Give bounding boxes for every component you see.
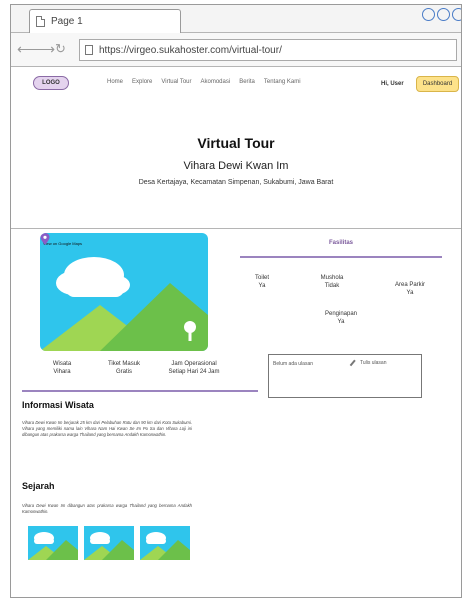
site-header: LOGO Home Explore Virtual Tour Akomodasi… [11, 67, 461, 101]
hero-section: Virtual Tour Vihara Dewi Kwan Im Desa Ke… [11, 101, 461, 229]
info-label: Jam Operasional [171, 361, 217, 367]
place-name: Vihara Dewi Kwan Im [183, 160, 289, 172]
facility-name: Penginapan [324, 311, 358, 317]
pencil-icon [349, 359, 356, 367]
info-tiket: Tiket Masuk Gratis [96, 360, 152, 376]
fasilitas-divider [240, 256, 442, 258]
image-placeholder-icon [28, 532, 78, 560]
image-placeholder-icon [40, 257, 208, 351]
image-placeholder-icon [84, 532, 134, 560]
main-nav: Home Explore Virtual Tour Akomodasi Beri… [107, 79, 310, 85]
url-text: https://virgeo.sukahoster.com/virtual-to… [99, 44, 282, 56]
info-wisata: Wisata Vihara [44, 360, 80, 376]
tab-title: Page 1 [51, 16, 83, 27]
place-address: Desa Kertajaya, Kecamatan Simpenan, Suka… [138, 179, 334, 186]
tab-bar: Page 1 [11, 5, 461, 33]
info-value: Gratis [115, 369, 132, 375]
nav-home[interactable]: Home [107, 79, 123, 85]
info-label: Wisata [52, 361, 72, 367]
nav-tentang-kami[interactable]: Tentang Kami [264, 79, 301, 85]
browser-tab[interactable]: Page 1 [29, 9, 181, 33]
forward-arrow-icon[interactable]: ⟶ [35, 42, 55, 56]
facility-value: Ya [406, 290, 414, 296]
page-icon [36, 16, 45, 27]
nav-explore[interactable]: Explore [132, 79, 152, 85]
url-field[interactable]: https://virgeo.sukahoster.com/virtual-to… [79, 39, 457, 61]
facility-value: Ya [258, 283, 266, 289]
user-greeting[interactable]: Hi, User [381, 81, 404, 87]
facility-area-parkir: Area Parkir Ya [386, 281, 434, 297]
fasilitas-title: Fasilitas [328, 240, 353, 246]
dashboard-button[interactable]: Dashboard [416, 76, 459, 92]
info-value: Setiap Hari 24 Jam [168, 369, 220, 375]
info-value: Vihara [53, 369, 71, 375]
image-placeholder-icon [140, 532, 190, 560]
close-icon[interactable] [452, 8, 461, 21]
facility-value: Ya [337, 319, 345, 325]
logo[interactable]: LOGO [33, 76, 69, 90]
minimize-icon[interactable] [422, 8, 435, 21]
informasi-title: Informasi Wisata [22, 400, 94, 410]
facility-mushola: Mushola Tidak [310, 274, 354, 290]
facility-penginapan: Penginapan Ya [314, 310, 368, 326]
info-label: Tiket Masuk [107, 361, 141, 367]
window-controls [422, 8, 461, 21]
facility-name: Area Parkir [394, 282, 425, 288]
maximize-icon[interactable] [437, 8, 450, 21]
facility-name: Mushola [320, 275, 344, 281]
facility-value: Tidak [324, 283, 340, 289]
informasi-text: Vihara Dewi Kwan Im berjarak 25 km dari … [22, 420, 192, 437]
review-box: Belum ada ulasan Tulis ulasan [268, 354, 422, 398]
no-review-text: Belum ada ulasan [273, 361, 314, 367]
reload-icon[interactable]: ↻ [55, 42, 66, 56]
gallery-thumbnail[interactable] [84, 526, 134, 560]
map-pin-icon[interactable] [40, 233, 50, 245]
write-review-button[interactable]: Tulis ulasan [349, 359, 387, 367]
nav-berita[interactable]: Berita [239, 79, 255, 85]
sejarah-title: Sejarah [22, 481, 55, 491]
gallery-thumbnail[interactable] [140, 526, 190, 560]
gallery-thumbnail[interactable] [28, 526, 78, 560]
section-divider [22, 390, 258, 392]
sejarah-text: Vihara Dewi Kwan Im dibangun atas prakar… [22, 503, 192, 514]
place-image[interactable]: View on Google Maps [40, 233, 208, 351]
page-title: Virtual Tour [197, 135, 275, 151]
write-review-label: Tulis ulasan [360, 360, 387, 366]
nav-virtual-tour[interactable]: Virtual Tour [161, 79, 191, 85]
address-bar: ⟵ ⟶ ↻ https://virgeo.sukahoster.com/virt… [11, 33, 461, 67]
page-icon [85, 45, 93, 55]
info-jam: Jam Operasional Setiap Hari 24 Jam [156, 360, 232, 376]
nav-akomodasi[interactable]: Akomodasi [201, 79, 231, 85]
facility-name: Toilet [254, 275, 269, 281]
facility-toilet: Toilet Ya [240, 274, 284, 290]
